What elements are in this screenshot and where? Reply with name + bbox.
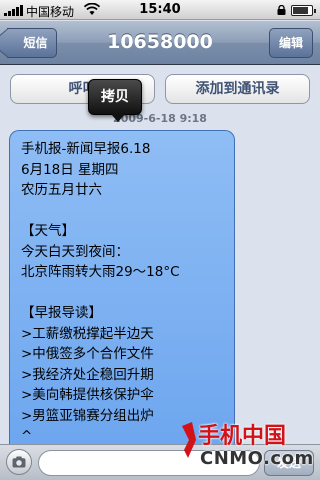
status-bar: 中国移动 15:40 — [0, 0, 320, 20]
camera-icon — [12, 456, 26, 468]
message-line: 手机报-新闻早报6.18 — [21, 141, 151, 157]
message-line — [21, 283, 232, 304]
message-line: 农历五月廿六 — [21, 182, 102, 198]
battery-icon — [291, 5, 316, 16]
message-text: 手机报-新闻早报6.18 6月18日 星期四 农历五月廿六 【天气】今天白天到夜间： 北… — [21, 139, 232, 447]
cnmo-logo-mark — [182, 422, 196, 458]
add-contact-button[interactable]: 添加到通讯录 — [165, 74, 310, 104]
message-line: 今天白天到夜间： — [21, 243, 129, 260]
watermark-domain: CNMO.com — [200, 448, 314, 469]
watermark-logo: 手机中国 CNMO.com — [178, 418, 320, 480]
message-line: >中俄签多个合作文件 — [21, 346, 154, 362]
message-line: >美向韩提供核保护伞 — [21, 387, 154, 403]
message-line: 【早报导读】 — [21, 305, 102, 321]
status-time: 15:40 — [139, 2, 181, 17]
message-line: 【天气】 — [21, 223, 75, 239]
edit-button[interactable]: 编辑 — [269, 28, 313, 58]
message-line — [21, 201, 232, 222]
copy-tooltip[interactable]: 拷贝 — [88, 79, 142, 122]
message-line: >我经济处企稳回升期 — [21, 366, 154, 383]
message-timestamp: 2009-6-18 9:18 — [113, 112, 207, 125]
message-line: 北京阵雨转大雨29～18°C — [21, 264, 180, 280]
lock-icon — [277, 5, 286, 15]
nav-bar: 短信 10658000 编辑 — [0, 21, 320, 65]
watermark-brand: 手机中国 — [198, 424, 287, 449]
message-line: 6月18日 星期四 — [21, 161, 119, 178]
camera-button[interactable] — [6, 449, 32, 475]
message-line: >工薪缴税撑起半边天 — [21, 325, 154, 342]
